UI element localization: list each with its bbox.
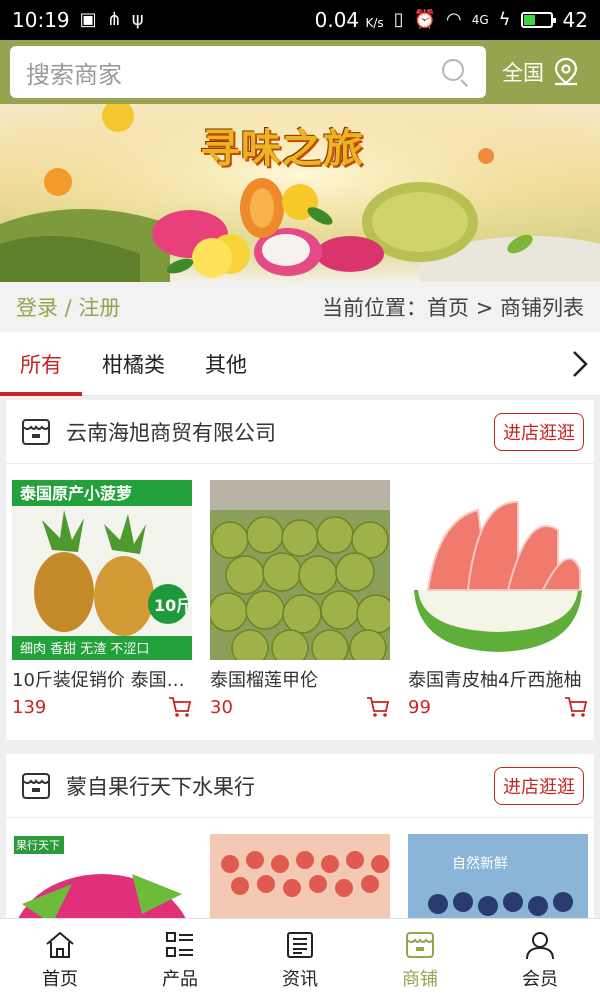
store-name[interactable]: 蒙自果行天下水果行 bbox=[66, 771, 494, 801]
location-pin-icon bbox=[554, 57, 578, 86]
category-tabs: 所有 柑橘类 其他 bbox=[0, 332, 600, 396]
product-card[interactable]: 果行天下 bbox=[12, 834, 192, 918]
breadcrumb: 登录 / 注册 当前位置：首页 > 商铺列表 bbox=[0, 282, 600, 332]
store-card: 蒙自果行天下水果行 进店逛逛 果行天下 自然新鲜 bbox=[6, 754, 594, 918]
tab-label: 其他 bbox=[205, 352, 247, 377]
product-title[interactable]: 泰国青皮柚4斤西施柚 bbox=[408, 666, 588, 692]
region-selector[interactable]: 全国 bbox=[502, 57, 580, 87]
banner-title: 寻味之旅 bbox=[200, 125, 364, 172]
nav-member[interactable]: 会员 bbox=[480, 919, 600, 1000]
network-type: 4G bbox=[471, 13, 489, 27]
product-price: 30 bbox=[210, 696, 233, 718]
nav-news[interactable]: 资讯 bbox=[240, 919, 360, 1000]
share-icon: ⋔ bbox=[106, 9, 122, 30]
search-input[interactable]: 搜索商家 bbox=[10, 46, 486, 98]
tab-label: 所有 bbox=[20, 352, 62, 377]
product-price: 139 bbox=[12, 696, 47, 718]
product-image-pomelo[interactable] bbox=[408, 480, 588, 660]
product-image-tag: 泰国原产小菠萝 bbox=[19, 484, 132, 503]
cart-icon[interactable] bbox=[564, 696, 588, 718]
tabs-more-arrow[interactable] bbox=[560, 332, 600, 396]
news-icon bbox=[287, 931, 313, 958]
shop-icon bbox=[22, 418, 50, 445]
product-title[interactable]: 泰国榴莲甲伦 bbox=[210, 666, 390, 692]
vibrate-icon: ▯ bbox=[393, 9, 404, 30]
store-name[interactable]: 云南海旭商贸有限公司 bbox=[66, 417, 494, 447]
user-icon bbox=[526, 931, 554, 959]
nav-label: 资讯 bbox=[282, 968, 318, 990]
promo-banner[interactable]: 寻味之旅 bbox=[0, 104, 600, 282]
search-placeholder: 搜索商家 bbox=[26, 60, 122, 89]
enter-store-button[interactable]: 进店逛逛 bbox=[494, 766, 584, 805]
product-card[interactable] bbox=[210, 834, 390, 918]
product-card[interactable]: 自然新鲜 bbox=[408, 834, 588, 918]
battery-percent: 42 bbox=[562, 8, 588, 32]
current-location: 当前位置：首页 > 商铺列表 bbox=[322, 296, 584, 320]
search-header: 搜索商家 全国 bbox=[0, 40, 600, 104]
clock: 10:19 bbox=[12, 8, 70, 32]
status-bar: 10:19 ▣ ⋔ ψ 0.04 K/s ▯ ⏰ ◠ 4G ϟ 42 bbox=[0, 0, 600, 40]
shop-icon bbox=[406, 931, 434, 958]
tab-citrus[interactable]: 柑橘类 bbox=[82, 332, 185, 396]
usb-icon: ψ bbox=[131, 9, 144, 30]
enter-store-button[interactable]: 进店逛逛 bbox=[494, 412, 584, 451]
product-card[interactable]: 泰国青皮柚4斤西施柚 99 bbox=[408, 480, 588, 718]
cart-icon[interactable] bbox=[168, 696, 192, 718]
product-card[interactable]: 泰国榴莲甲伦 30 bbox=[210, 480, 390, 718]
product-image-blueberry[interactable]: 自然新鲜 bbox=[408, 834, 588, 918]
tab-all[interactable]: 所有 bbox=[0, 332, 82, 396]
nav-label: 首页 bbox=[42, 968, 78, 990]
cart-icon[interactable] bbox=[366, 696, 390, 718]
region-label: 全国 bbox=[502, 61, 544, 85]
nav-shops[interactable]: 商铺 bbox=[360, 919, 480, 1000]
nav-label: 产品 bbox=[162, 968, 198, 990]
product-row: 果行天下 自然新鲜 bbox=[6, 818, 594, 918]
product-row: 泰国原产小菠萝 10斤 细肉 香甜 无渣 不涩口 10斤装促销价 泰国原产小菠萝… bbox=[6, 464, 594, 718]
product-image-badge: 10斤 bbox=[154, 596, 192, 615]
store-header: 云南海旭商贸有限公司 进店逛逛 bbox=[6, 400, 594, 464]
tab-other[interactable]: 其他 bbox=[185, 332, 267, 396]
product-image-durian[interactable] bbox=[210, 480, 390, 660]
alarm-icon: ⏰ bbox=[413, 9, 437, 30]
product-image-pineapple[interactable]: 泰国原产小菠萝 10斤 细肉 香甜 无渣 不涩口 bbox=[12, 480, 192, 660]
gallery-icon: ▣ bbox=[79, 9, 97, 30]
net-speed: 0.04 K/s bbox=[314, 8, 384, 32]
nav-label: 商铺 bbox=[402, 968, 438, 990]
nav-label: 会员 bbox=[522, 968, 558, 990]
home-icon bbox=[46, 931, 74, 958]
product-image-pomegranate[interactable] bbox=[210, 834, 390, 918]
product-image-tag: 果行天下 bbox=[16, 839, 60, 852]
search-icon[interactable] bbox=[440, 57, 470, 88]
nav-home[interactable]: 首页 bbox=[0, 919, 120, 1000]
product-title[interactable]: 10斤装促销价 泰国原产小菠萝 bbox=[12, 666, 192, 692]
nav-products[interactable]: 产品 bbox=[120, 919, 240, 1000]
product-image-tag: 自然新鲜 bbox=[452, 855, 508, 872]
tab-label: 柑橘类 bbox=[102, 352, 165, 377]
shop-icon bbox=[22, 772, 50, 799]
login-register-link[interactable]: 登录 / 注册 bbox=[16, 292, 120, 322]
grid-list-icon bbox=[166, 931, 193, 957]
wifi-icon: ◠ bbox=[446, 9, 462, 30]
charging-icon: ϟ bbox=[498, 9, 511, 30]
product-image-dragonfruit[interactable]: 果行天下 bbox=[12, 834, 192, 918]
battery-icon bbox=[520, 12, 556, 28]
chevron-right-icon bbox=[573, 350, 588, 377]
bottom-navigation: 首页 产品 资讯 商铺 会员 bbox=[0, 918, 600, 1000]
product-card[interactable]: 泰国原产小菠萝 10斤 细肉 香甜 无渣 不涩口 10斤装促销价 泰国原产小菠萝… bbox=[12, 480, 192, 718]
product-price: 99 bbox=[408, 696, 431, 718]
product-image-footer: 细肉 香甜 无渣 不涩口 bbox=[20, 641, 149, 657]
store-header: 蒙自果行天下水果行 进店逛逛 bbox=[6, 754, 594, 818]
store-card: 云南海旭商贸有限公司 进店逛逛 泰国原产小菠萝 10斤 细肉 香甜 无渣 不涩口 bbox=[6, 400, 594, 740]
